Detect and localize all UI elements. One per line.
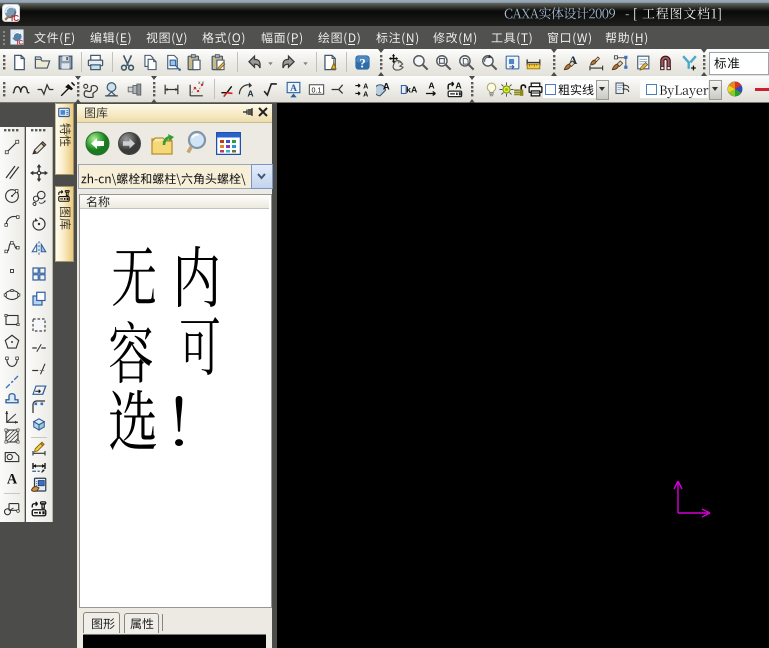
svg-text:A: A [290,84,297,94]
svg-text:IC: IC [17,40,24,47]
svg-text:A: A [363,82,368,90]
svg-text:kA: kA [406,84,418,94]
svg-text:A: A [428,80,435,90]
svg-text:A: A [382,81,389,92]
svg-text:A: A [7,471,18,487]
svg-text:A: A [363,90,368,98]
svg-text:?: ? [359,56,365,70]
svg-text:x y: x y [198,80,205,85]
svg-text:0.1: 0.1 [311,86,321,94]
svg-text:IC: IC [11,14,19,22]
svg-text:A: A [455,80,462,90]
svg-text:A: A [247,88,254,98]
